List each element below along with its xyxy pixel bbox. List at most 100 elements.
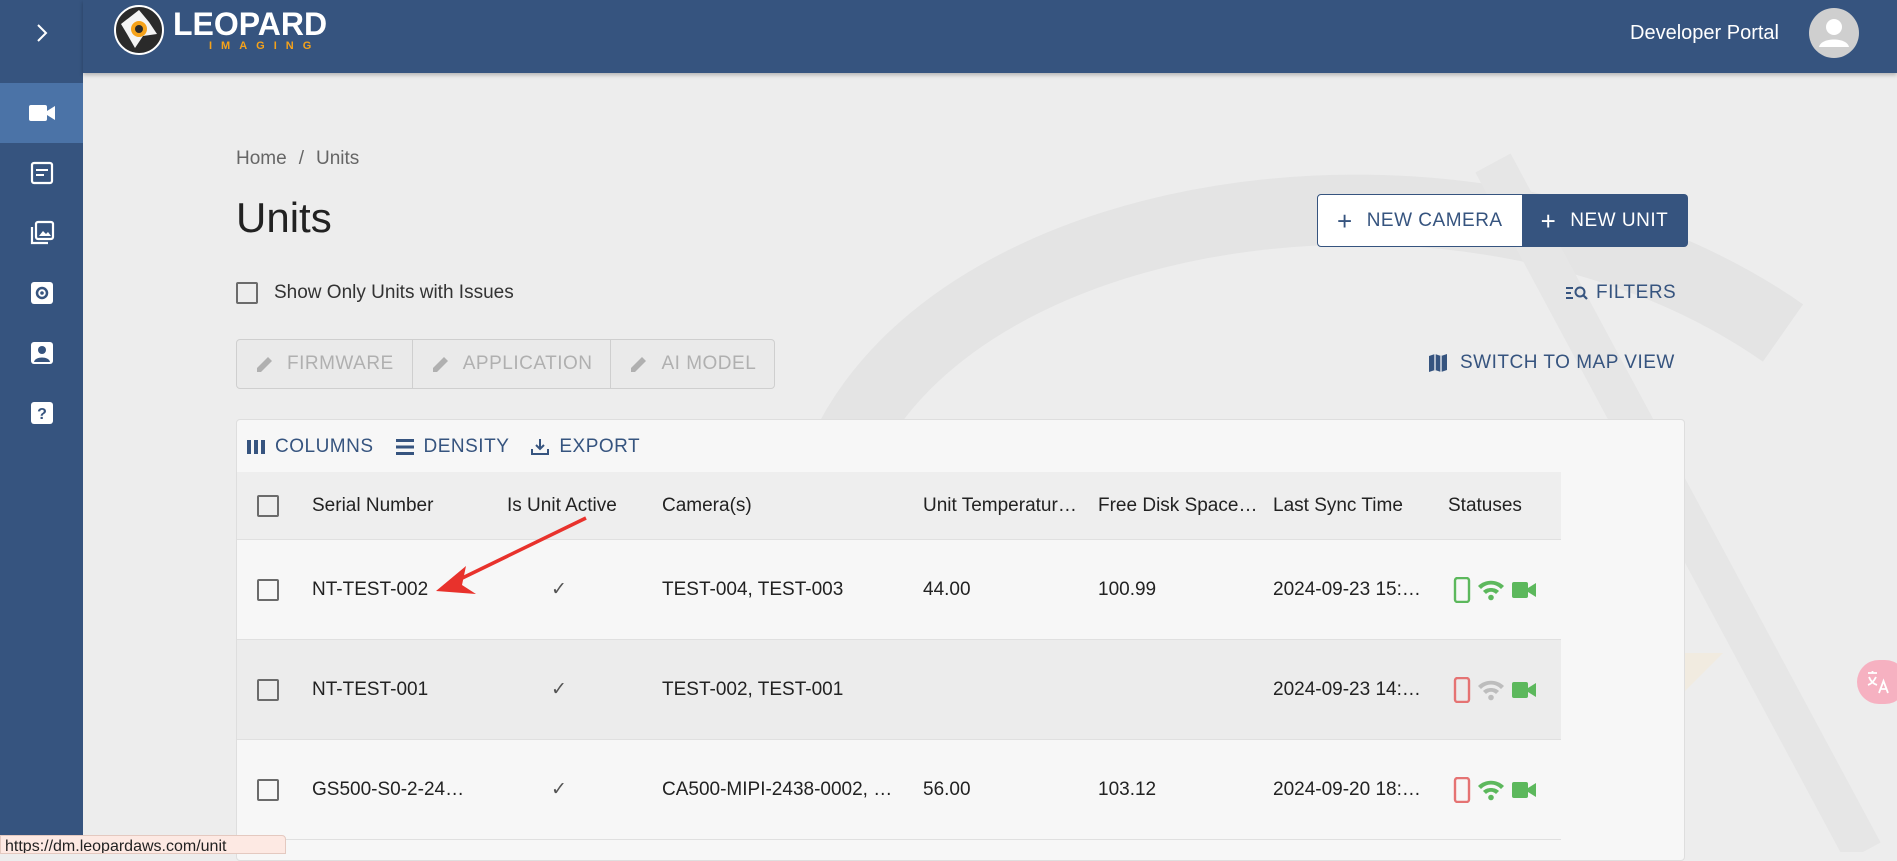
brand-logo[interactable]: LEOPARD IMAGING	[113, 4, 327, 56]
filters-button[interactable]: FILTERS	[1566, 282, 1676, 304]
issues-only-checkbox[interactable]	[236, 282, 258, 304]
statuses-cell	[1453, 640, 1563, 739]
serial-cell[interactable]: NT-TEST-002	[312, 540, 492, 639]
issues-only-label[interactable]: Show Only Units with Issues	[274, 282, 514, 304]
new-unit-button[interactable]: + NEW UNIT	[1522, 194, 1689, 247]
svg-text:?: ?	[37, 406, 47, 423]
chevron-right-icon	[36, 24, 47, 42]
temperature-cell: 44.00	[923, 578, 971, 600]
help-icon: ?	[30, 402, 53, 424]
issues-filter: Show Only Units with Issues	[236, 282, 514, 304]
article-icon	[30, 161, 53, 185]
select-all-cell	[257, 472, 279, 539]
switch-to-map-view-button[interactable]: SWITCH TO MAP VIEW	[1428, 352, 1675, 374]
application-button[interactable]: APPLICATION	[413, 340, 612, 388]
pencil-icon	[432, 357, 448, 372]
contact-icon	[30, 342, 53, 364]
temperature-cell	[923, 640, 1083, 739]
density-icon	[395, 439, 414, 455]
plus-icon: +	[1337, 205, 1353, 236]
pencil-icon	[257, 357, 272, 372]
sidebar-item-users[interactable]	[0, 323, 83, 383]
photo-library-icon	[30, 220, 54, 245]
table-row[interactable]: NT-TEST-001 ✓ TEST-002, TEST-001 2024-09…	[237, 640, 1561, 740]
sidebar-item-gallery[interactable]	[0, 203, 83, 263]
breadcrumb-separator: /	[298, 148, 304, 169]
sidebar-item-units[interactable]	[0, 83, 83, 143]
column-header-sync[interactable]: Last Sync Time	[1273, 472, 1428, 539]
wifi-status-icon	[1478, 680, 1504, 700]
temperature-cell: 56.00	[923, 778, 971, 800]
new-camera-button[interactable]: + NEW CAMERA	[1317, 194, 1523, 247]
select-all-checkbox[interactable]	[257, 494, 279, 517]
columns-button[interactable]: COLUMNS	[247, 436, 374, 458]
map-icon	[1429, 354, 1447, 372]
serial-cell[interactable]: NT-TEST-001	[312, 640, 492, 739]
disk-cell: 100.99	[1098, 578, 1157, 600]
filters-label: FILTERS	[1596, 282, 1677, 303]
column-header-statuses[interactable]: Statuses	[1448, 472, 1558, 539]
camera-status-icon	[1512, 681, 1536, 698]
brand-subtitle: IMAGING	[209, 40, 321, 52]
ai-model-label: AI MODEL	[661, 353, 757, 374]
row-checkbox[interactable]	[257, 678, 279, 701]
sidebar-item-reports[interactable]	[0, 143, 83, 203]
disk-cell	[1098, 640, 1258, 739]
table-row[interactable]: GS500-S0-2-24… ✓ CA500-MIPI-2438-0002, ……	[237, 740, 1561, 840]
new-camera-label: NEW CAMERA	[1366, 209, 1503, 231]
row-select-cell	[257, 740, 279, 839]
statuses-cell	[1453, 540, 1563, 639]
column-header-active[interactable]: Is Unit Active	[507, 472, 652, 539]
breadcrumb-current: Units	[315, 148, 360, 169]
column-header-disk[interactable]: Free Disk Space…	[1098, 472, 1258, 539]
sidebar: ?	[0, 0, 83, 852]
breadcrumb: Home / Units	[236, 148, 359, 170]
wifi-status-icon	[1478, 780, 1504, 800]
cameras-cell: CA500-MIPI-2438-0002, …	[662, 778, 893, 800]
active-check-icon: ✓	[551, 779, 567, 800]
disk-cell: 103.12	[1098, 778, 1157, 800]
sidebar-item-help[interactable]: ?	[0, 383, 83, 443]
export-button[interactable]: EXPORT	[531, 436, 640, 458]
sync-cell: 2024-09-23 15:…	[1273, 578, 1421, 600]
row-checkbox[interactable]	[257, 778, 279, 801]
column-header-serial[interactable]: Serial Number	[312, 472, 492, 539]
sidebar-item-settings[interactable]	[0, 263, 83, 323]
row-select-cell	[257, 640, 279, 739]
leopard-logo-icon	[114, 5, 164, 55]
developer-portal-link[interactable]: Developer Portal	[1630, 22, 1779, 45]
columns-label: COLUMNS	[275, 436, 374, 457]
density-label: DENSITY	[423, 436, 510, 457]
map-view-label: SWITCH TO MAP VIEW	[1460, 352, 1675, 373]
view-column-icon	[247, 440, 265, 454]
user-avatar[interactable]	[1809, 8, 1859, 58]
row-select-cell	[257, 540, 279, 639]
row-checkbox[interactable]	[257, 578, 279, 601]
sync-cell: 2024-09-20 18:…	[1273, 778, 1421, 800]
page-title: Units	[236, 194, 332, 241]
statuses-cell	[1453, 740, 1563, 839]
units-data-grid: COLUMNS DENSITY EXPORT Serial Number Is …	[236, 419, 1685, 861]
table-row[interactable]: NT-TEST-002 ✓ TEST-004, TEST-003 44.00 1…	[237, 540, 1561, 640]
pencil-icon	[631, 357, 647, 372]
translate-icon	[1867, 671, 1889, 694]
brand-name: LEOPARD	[173, 6, 328, 42]
firmware-button[interactable]: FIRMWARE	[237, 340, 413, 388]
active-check-icon: ✓	[551, 579, 567, 600]
column-header-cameras[interactable]: Camera(s)	[662, 472, 902, 539]
camera-status-icon	[1512, 581, 1536, 598]
column-header-temperature[interactable]: Unit Temperatur…	[923, 472, 1083, 539]
cameras-cell: TEST-002, TEST-001	[662, 678, 844, 700]
filter-search-icon	[1566, 286, 1588, 300]
video-camera-icon	[28, 105, 55, 121]
breadcrumb-home[interactable]: Home	[236, 148, 287, 169]
density-button[interactable]: DENSITY	[395, 436, 510, 458]
export-label: EXPORT	[559, 436, 641, 457]
serial-cell[interactable]: GS500-S0-2-24…	[312, 740, 492, 839]
update-button-group: FIRMWARE APPLICATION AI MODEL	[236, 339, 776, 389]
camera-status-icon	[1512, 781, 1536, 798]
sidebar-toggle-button[interactable]	[0, 0, 83, 66]
download-icon	[531, 439, 550, 455]
ai-model-button[interactable]: AI MODEL	[611, 340, 774, 388]
translate-fab[interactable]	[1857, 660, 1897, 704]
